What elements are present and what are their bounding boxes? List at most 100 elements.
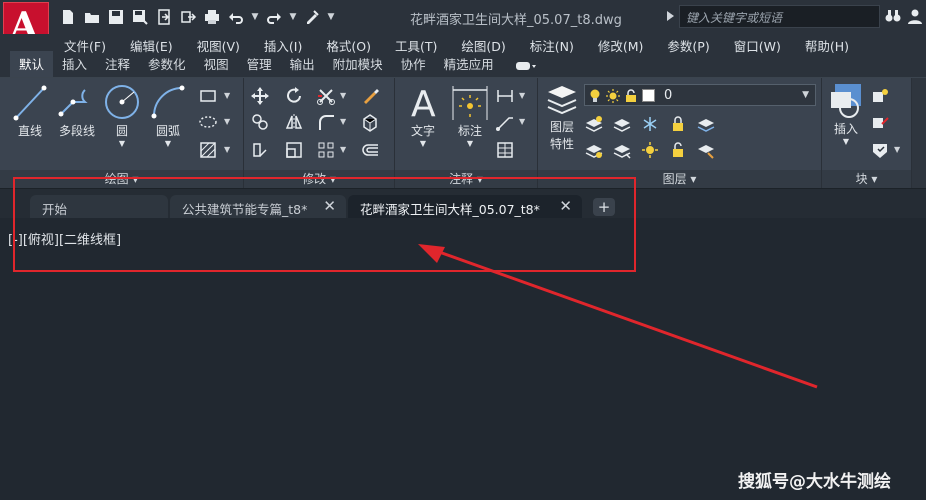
layer-unisolate-icon[interactable] (612, 140, 632, 160)
mirror-icon[interactable] (284, 112, 304, 132)
leader-dropdown-icon[interactable]: ▼ (519, 117, 525, 126)
create-block-icon[interactable] (870, 86, 890, 106)
stretch-icon[interactable] (250, 140, 270, 160)
leader-icon[interactable] (495, 112, 515, 132)
binoculars-icon[interactable] (884, 7, 902, 25)
menu-modify[interactable]: 修改(M) (586, 36, 656, 55)
menu-parametric[interactable]: 参数(P) (655, 36, 721, 55)
open-folder-icon[interactable] (82, 7, 102, 27)
arc-tool[interactable]: 圆弧 ▼ (146, 82, 190, 148)
rectangle-dropdown-icon[interactable]: ▼ (224, 91, 230, 100)
insert-block-tool[interactable]: 插入 ▼ (826, 82, 866, 146)
tab-insert[interactable]: 插入 (53, 51, 96, 77)
block-group-title: 块 (855, 172, 868, 186)
offset-icon[interactable] (360, 140, 380, 160)
dimension-dropdown-icon[interactable]: ▼ (467, 139, 473, 148)
fillet-icon[interactable] (316, 112, 336, 132)
text-tool[interactable]: A 文字 ▼ (403, 82, 443, 148)
circle-dropdown-icon[interactable]: ▼ (119, 139, 125, 148)
tab-featured-apps[interactable]: 精选应用 (435, 51, 503, 77)
undo-dropdown-icon[interactable]: ▼ (250, 7, 260, 27)
block-group-label[interactable]: 块 ▾ (822, 170, 911, 188)
menu-help[interactable]: 帮助(H) (793, 36, 861, 55)
share-icon[interactable] (154, 7, 174, 27)
layer-unlock-icon[interactable] (668, 140, 688, 160)
save-icon[interactable] (106, 7, 126, 27)
text-dropdown-icon[interactable]: ▼ (420, 139, 426, 148)
line-tool[interactable]: 直线 (8, 82, 52, 139)
gradient-dropdown-icon[interactable]: ▼ (224, 145, 230, 154)
edit-block-icon[interactable] (870, 112, 890, 132)
plot-icon[interactable] (202, 7, 222, 27)
make-current-layer-icon[interactable] (696, 114, 716, 134)
array-dropdown-icon[interactable]: ▼ (340, 145, 346, 154)
undo-icon[interactable] (226, 7, 246, 27)
quick-access-toolbar: ▼ ▼ ▼ (58, 7, 336, 27)
tab-view[interactable]: 视图 (195, 51, 238, 77)
title-bar: ▼ ▼ ▼ 花畔酒家卫生间大样_05.07_t8.dwg 键入关键字或短语 (0, 0, 926, 34)
import-icon[interactable] (178, 7, 198, 27)
polyline-tool[interactable]: 多段线 (52, 82, 102, 139)
redo-dropdown-icon[interactable]: ▼ (288, 7, 298, 27)
trim-dropdown-icon[interactable]: ▼ (340, 91, 346, 100)
rectangle-icon[interactable] (198, 86, 218, 106)
dimension-label: 标注 (457, 124, 482, 138)
hatch-dropdown-icon[interactable]: ▼ (224, 117, 230, 126)
rotate-icon[interactable] (284, 86, 304, 106)
layer-dropdown[interactable]: 0 ▼ (584, 84, 816, 106)
layer-lock-icon[interactable] (668, 114, 688, 134)
hatch-icon[interactable] (198, 112, 218, 132)
block-attributes-icon[interactable] (870, 140, 890, 160)
new-file-icon[interactable] (58, 7, 78, 27)
tab-manage[interactable]: 管理 (238, 51, 281, 77)
tab-parametric[interactable]: 参数化 (139, 51, 195, 77)
user-icon[interactable] (906, 7, 924, 25)
tab-annotate[interactable]: 注释 (96, 51, 139, 77)
redo-icon[interactable] (264, 7, 284, 27)
tab-output[interactable]: 输出 (281, 51, 324, 77)
copy-icon[interactable] (250, 112, 270, 132)
table-icon[interactable] (495, 140, 515, 160)
tab-addins[interactable]: 附加模块 (324, 51, 392, 77)
erase-icon[interactable] (360, 86, 380, 106)
block-group: 插入 ▼ ▼ 块 ▾ (822, 78, 912, 188)
layer-isolate-icon[interactable] (612, 114, 632, 134)
tab-default[interactable]: 默认 (10, 51, 54, 77)
menu-dimension[interactable]: 标注(N) (518, 36, 586, 55)
layer-on-icon[interactable] (584, 140, 604, 160)
arc-dropdown-icon[interactable]: ▼ (165, 139, 171, 148)
gradient-icon[interactable] (198, 140, 218, 160)
scale-icon[interactable] (284, 140, 304, 160)
dimension-tool[interactable]: 标注 ▼ (449, 82, 491, 148)
insert-dropdown-icon[interactable]: ▼ (843, 137, 849, 146)
layers-group-title: 图层 (662, 172, 687, 186)
layer-freeze-icon[interactable] (640, 114, 660, 134)
layer-properties-label-1: 图层 (549, 120, 574, 134)
ribbon-display-toggle-icon[interactable] (515, 59, 537, 73)
circle-tool[interactable]: 圆 ▼ (102, 82, 142, 148)
layer-properties-tool[interactable]: 图层 特性 (542, 82, 582, 152)
ribbon-panel: 直线 多段线 圆 ▼ 圆弧 ▼ ▼ ▼ ▼ 绘图 ▾ ▼ ▼ ▼ 修改 ▾ A … (0, 78, 926, 188)
layer-off-icon[interactable] (584, 114, 604, 134)
3d-box-icon[interactable] (360, 112, 380, 132)
polyline-icon (58, 89, 88, 117)
search-expand-arrow-icon[interactable] (667, 11, 674, 21)
customize-qat-dropdown-icon[interactable]: ▼ (326, 7, 336, 27)
menu-window[interactable]: 窗口(W) (722, 36, 793, 55)
array-icon[interactable] (316, 140, 336, 160)
linear-dimension-icon[interactable] (495, 86, 515, 106)
ribbon-tab-bar: 默认 插入 注释 参数化 视图 管理 输出 附加模块 协作 精选应用 (0, 51, 926, 78)
trim-icon[interactable] (316, 86, 336, 106)
arc-label: 圆弧 (155, 124, 180, 138)
fillet-dropdown-icon[interactable]: ▼ (340, 117, 346, 126)
move-icon[interactable] (250, 86, 270, 106)
layer-thaw-icon[interactable] (640, 140, 660, 160)
match-layer-icon[interactable] (696, 140, 716, 160)
search-input[interactable]: 键入关键字或短语 (679, 5, 880, 28)
tab-collaborate[interactable]: 协作 (392, 51, 435, 77)
linear-dimension-dropdown-icon[interactable]: ▼ (519, 91, 525, 100)
match-properties-icon[interactable] (302, 7, 322, 27)
save-as-icon[interactable] (130, 7, 150, 27)
line-icon (13, 85, 47, 121)
block-attributes-dropdown-icon[interactable]: ▼ (894, 145, 900, 154)
